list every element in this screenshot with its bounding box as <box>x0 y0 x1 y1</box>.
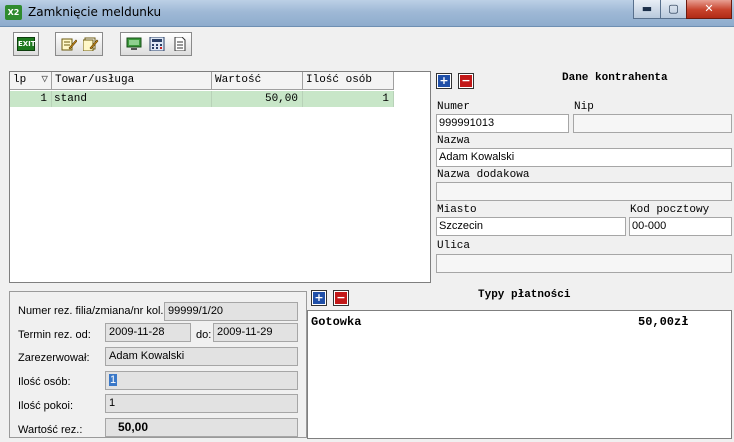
reservation-value-label: Wartość rez.: <box>18 424 83 436</box>
edit-note-button[interactable] <box>58 33 80 55</box>
sort-indicator-icon: ▽ <box>41 74 48 86</box>
exit-button[interactable]: EXIT <box>13 32 39 56</box>
app-logo-icon: X2 <box>5 5 22 20</box>
minus-icon: − <box>335 291 347 304</box>
nazwa-field[interactable]: Adam Kowalski <box>436 148 732 167</box>
edit-notes-icon <box>83 37 99 51</box>
payments-title: Typy płatności <box>478 289 571 301</box>
cell-lp: 1 <box>10 91 52 107</box>
numer-label: Numer <box>437 101 471 113</box>
rooms-count-label: Ilość pokoi: <box>18 400 74 412</box>
tools-buttons-group <box>120 32 192 56</box>
term-from-field[interactable]: 2009-11-28 <box>105 323 191 342</box>
payment-type: Gotowka <box>311 315 362 329</box>
ulica-label: Ulica <box>437 240 471 252</box>
calculator-button[interactable] <box>146 33 168 55</box>
nip-label: Nip <box>574 101 594 113</box>
title-bar[interactable]: X2 Zamknięcie meldunku ▬ ▢ ✕ <box>0 0 734 27</box>
column-header-persons[interactable]: Ilość osób <box>303 72 394 90</box>
term-to-label: do: <box>196 329 212 341</box>
exit-icon: EXIT <box>17 37 36 51</box>
reserved-by-label: Zarezerwował: <box>18 352 90 364</box>
kod-pocztowy-field[interactable]: 00-000 <box>629 217 732 236</box>
add-contractor-button[interactable]: + <box>436 73 452 89</box>
column-header-lp[interactable]: lp ▽ <box>10 72 52 90</box>
reservation-number-label: Numer rez. filia/zmiana/nr kol.: <box>18 305 167 317</box>
term-to-field[interactable]: 2009-11-29 <box>213 323 298 342</box>
minimize-button[interactable]: ▬ <box>633 0 661 19</box>
window-title: Zamknięcie meldunku <box>28 5 162 19</box>
persons-count-value: 1 <box>109 374 118 386</box>
document-button[interactable] <box>169 33 191 55</box>
nazwa-dodatkowa-field[interactable] <box>436 182 732 201</box>
add-payment-button[interactable]: + <box>311 290 327 306</box>
items-grid[interactable]: lp ▽ Towar/usługa Wartość Ilość osób 1 s… <box>9 71 431 283</box>
maximize-button[interactable]: ▢ <box>660 0 687 19</box>
remove-contractor-button[interactable]: − <box>458 73 474 89</box>
miasto-field[interactable]: Szczecin <box>436 217 626 236</box>
miasto-label: Miasto <box>437 204 477 216</box>
cell-persons: 1 <box>303 91 394 107</box>
computer-button[interactable] <box>123 33 145 55</box>
column-header-label: lp <box>13 74 27 86</box>
remove-payment-button[interactable]: − <box>333 290 349 306</box>
plus-icon: + <box>313 291 325 304</box>
computer-icon <box>126 37 142 50</box>
minus-icon: − <box>460 74 472 87</box>
kod-pocztowy-label: Kod pocztowy <box>630 204 710 216</box>
cell-item: stand <box>52 91 212 107</box>
payments-list[interactable]: Gotowka 50,00zł <box>307 310 732 439</box>
calculator-icon <box>149 37 165 51</box>
payment-amount: 50,00zł <box>638 315 689 329</box>
close-button[interactable]: ✕ <box>686 0 732 19</box>
contractor-title: Dane kontrahenta <box>562 72 668 84</box>
numer-field[interactable]: 999991013 <box>436 114 569 133</box>
column-header-item[interactable]: Towar/usługa <box>52 72 212 90</box>
nazwa-dodatkowa-label: Nazwa dodakowa <box>437 169 530 181</box>
edit-note-icon <box>61 38 77 51</box>
reserved-by-field[interactable]: Adam Kowalski <box>105 347 298 366</box>
ulica-field[interactable] <box>436 254 732 273</box>
plus-icon: + <box>438 74 450 87</box>
column-header-value[interactable]: Wartość <box>212 72 303 90</box>
rooms-count-field[interactable]: 1 <box>105 394 298 413</box>
reservation-number-field[interactable]: 99999/1/20 <box>164 302 298 321</box>
nip-field[interactable] <box>573 114 732 133</box>
edit-notes-button[interactable] <box>80 33 102 55</box>
term-from-label: Termin rez. od: <box>18 329 91 341</box>
reservation-value-field[interactable]: 50,00 <box>105 418 298 437</box>
cell-value: 50,00 <box>212 91 303 107</box>
nazwa-label: Nazwa <box>437 135 471 147</box>
document-icon <box>174 37 186 51</box>
persons-count-field[interactable]: 1 <box>105 371 298 390</box>
persons-count-label: Ilość osób: <box>18 376 71 388</box>
edit-buttons-group <box>55 32 103 56</box>
